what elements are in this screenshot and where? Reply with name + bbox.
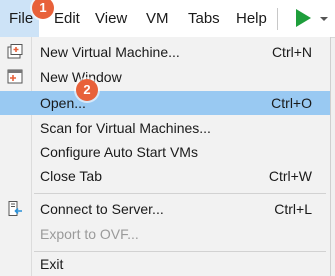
menu-item-label: Scan for Virtual Machines... [40, 120, 211, 136]
menu-separator [34, 193, 326, 194]
menu-item-label: Connect to Server... [40, 201, 164, 217]
menu-help[interactable]: Help [230, 0, 273, 37]
menu-item-label: Export to OVF... [40, 226, 139, 242]
menu-item-shortcut: Ctrl+W [268, 168, 312, 184]
new-window-icon [7, 69, 23, 84]
menu-item-configure-auto-start[interactable]: Configure Auto Start VMs [0, 140, 330, 164]
menu-item-new-window[interactable]: New Window [0, 65, 330, 89]
menu-item-close-tab[interactable]: Close Tab Ctrl+W [0, 164, 330, 188]
menu-item-export-to-ovf: Export to OVF... [0, 222, 330, 246]
menu-tabs[interactable]: Tabs [182, 0, 226, 37]
menu-item-connect-to-server[interactable]: Connect to Server... Ctrl+L [0, 197, 330, 221]
file-menu-dropdown: New Virtual Machine... Ctrl+N New Window… [0, 37, 331, 276]
menu-item-exit[interactable]: Exit [0, 252, 330, 276]
menu-item-open[interactable]: Open... Ctrl+O [0, 91, 330, 115]
play-dropdown-icon[interactable] [320, 17, 328, 21]
menu-item-shortcut: Ctrl+O [271, 95, 312, 111]
play-icon[interactable] [296, 9, 311, 27]
menu-vm[interactable]: VM [140, 0, 175, 37]
menu-view[interactable]: View [89, 0, 133, 37]
menu-item-shortcut: Ctrl+N [271, 44, 312, 60]
new-vm-icon [7, 44, 23, 59]
step-badge-2: 2 [76, 79, 98, 101]
connect-server-icon [8, 201, 22, 216]
toolbar-separator [277, 8, 278, 30]
menu-item-label: Configure Auto Start VMs [40, 144, 198, 160]
menu-item-scan-for-virtual-machines[interactable]: Scan for Virtual Machines... [0, 116, 330, 140]
menu-item-label: Exit [40, 256, 64, 272]
menu-item-shortcut: Ctrl+L [274, 201, 312, 217]
menu-item-new-virtual-machine[interactable]: New Virtual Machine... Ctrl+N [0, 40, 330, 64]
menu-item-label: New Virtual Machine... [40, 44, 180, 60]
menu-item-label: Close Tab [40, 168, 103, 184]
